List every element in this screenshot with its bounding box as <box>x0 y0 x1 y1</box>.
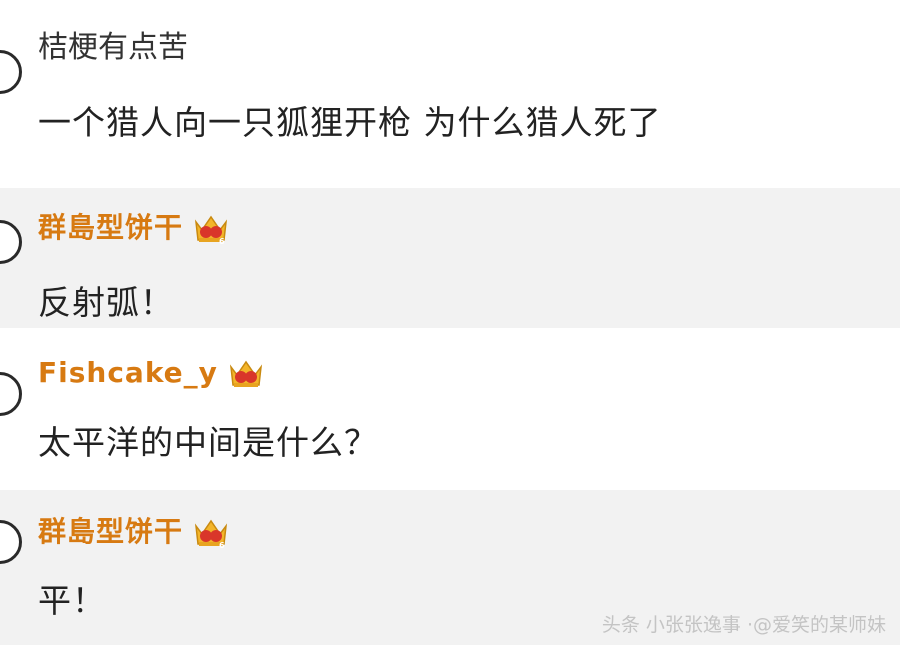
crown-icon: 6 <box>193 517 229 549</box>
comment-text: 反射弧！ <box>38 283 174 322</box>
crown-icon <box>228 358 264 390</box>
commenter-name[interactable]: Fishcake_y <box>38 356 218 389</box>
avatar[interactable] <box>0 372 22 416</box>
comment-text: 一个猎人向一只狐狸开枪 为什么猎人死了 <box>38 103 662 142</box>
avatar[interactable] <box>0 50 22 94</box>
comment-text: 平！ <box>38 581 106 620</box>
comment-item: 桔梗有点苦 一个猎人向一只狐狸开枪 为什么猎人死了 <box>0 0 900 188</box>
commenter-name[interactable]: 群島型饼干 <box>38 211 183 244</box>
reply-item: Fishcake_y 太平洋的中间是什么？ <box>0 328 900 490</box>
avatar[interactable] <box>0 520 22 564</box>
commenter-name-row: 群島型饼干 6 <box>38 206 229 246</box>
svg-text:6: 6 <box>219 541 226 549</box>
commenter-name-row: 群島型饼干 6 <box>38 510 229 550</box>
avatar[interactable] <box>0 220 22 264</box>
reply-item: 群島型饼干 6 反射弧！ <box>0 188 900 328</box>
crown-icon: 6 <box>193 213 229 245</box>
watermark: 头条 小张张逸事 ·@爱笑的某师妹 <box>601 614 886 636</box>
svg-text:6: 6 <box>219 237 226 245</box>
commenter-name-row: Fishcake_y <box>38 356 264 390</box>
commenter-name[interactable]: 群島型饼干 <box>38 515 183 548</box>
comment-text: 太平洋的中间是什么？ <box>38 423 378 462</box>
commenter-name[interactable]: 桔梗有点苦 <box>38 22 188 66</box>
